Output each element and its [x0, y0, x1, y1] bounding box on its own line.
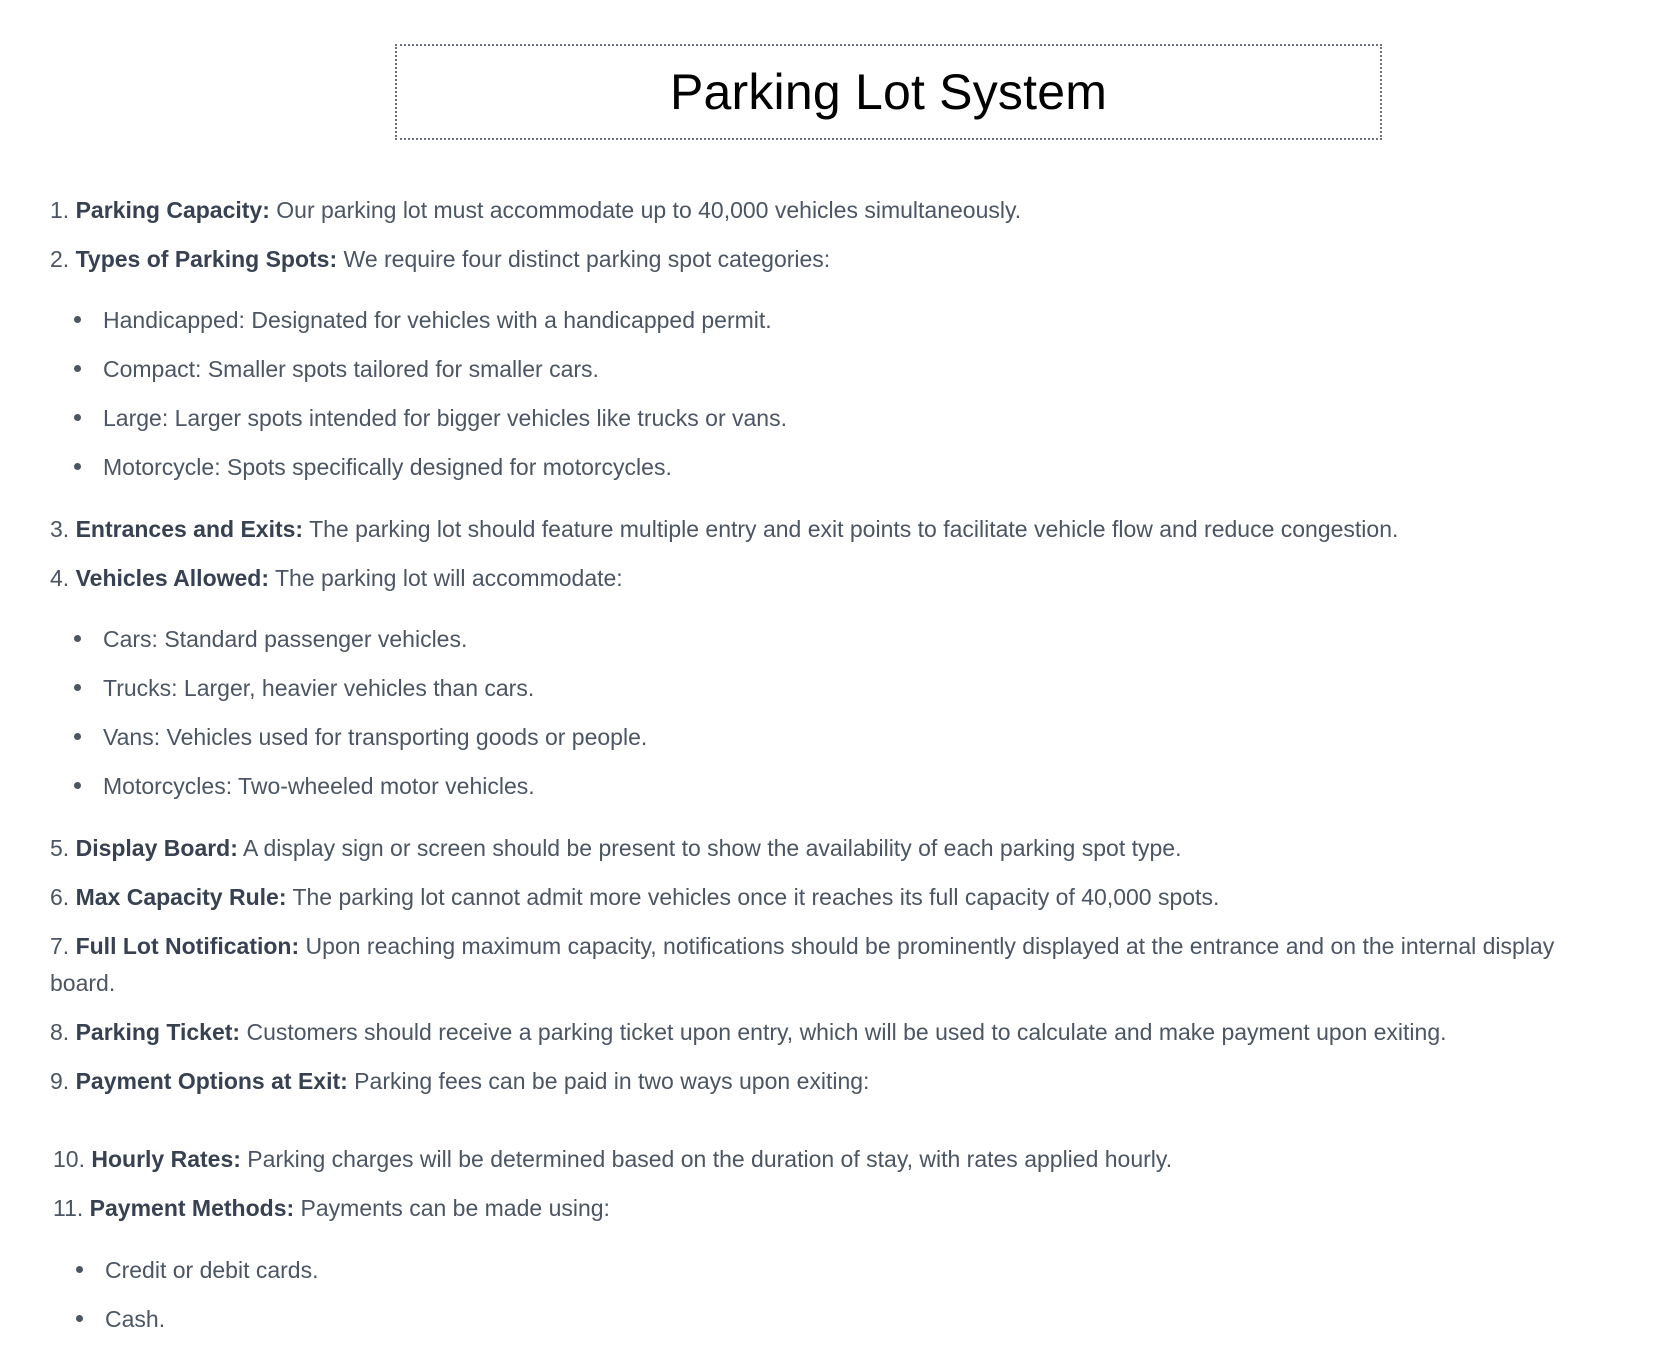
bullet-item-large: Large: Larger spots intended for bigger … [74, 400, 787, 437]
list-item-vehicles-allowed: 4. Vehicles Allowed: The parking lot wil… [50, 560, 1610, 597]
bullet-icon [74, 463, 81, 471]
bullet-item-handicapped: Handicapped: Designated for vehicles wit… [74, 302, 772, 339]
item-label: Vehicles Allowed: [75, 565, 270, 591]
item-label: Max Capacity Rule: [75, 884, 287, 910]
item-label: Payment Methods: [89, 1195, 295, 1221]
item-label: Types of Parking Spots: [75, 246, 338, 272]
bullet-text: Cars: Standard passenger vehicles. [103, 626, 468, 652]
item-label: Display Board: [75, 835, 238, 861]
list-item-display-board: 5. Display Board: A display sign or scre… [50, 830, 1610, 867]
bullet-text: Motorcycles: Two-wheeled motor vehicles. [103, 773, 535, 799]
item-number: 5. [50, 835, 70, 861]
item-number: 1. [50, 197, 70, 223]
item-number: 11. [53, 1195, 84, 1221]
bullet-text: Large: Larger spots intended for bigger … [103, 405, 787, 431]
bullet-icon [74, 414, 81, 422]
bullet-icon [74, 635, 81, 643]
item-text: Parking fees can be paid in two ways upo… [347, 1068, 870, 1094]
item-number: 3. [50, 516, 70, 542]
bullet-icon [74, 684, 81, 692]
bullet-icon [74, 365, 81, 373]
bullet-item-motorcycle: Motorcycle: Spots specifically designed … [74, 449, 672, 486]
item-number: 9. [50, 1068, 70, 1094]
list-item-payment-options-at-exit: 9. Payment Options at Exit: Parking fees… [50, 1063, 1610, 1100]
bullet-text: Compact: Smaller spots tailored for smal… [103, 356, 599, 382]
bullet-text: Handicapped: Designated for vehicles wit… [103, 307, 772, 333]
list-item-parking-capacity: 1. Parking Capacity: Our parking lot mus… [50, 192, 1610, 229]
bullet-item-compact: Compact: Smaller spots tailored for smal… [74, 351, 599, 388]
bullet-item-trucks: Trucks: Larger, heavier vehicles than ca… [74, 670, 534, 707]
item-label: Parking Ticket: [75, 1019, 241, 1045]
bullet-text: Vans: Vehicles used for transporting goo… [103, 724, 648, 750]
list-item-max-capacity-rule: 6. Max Capacity Rule: The parking lot ca… [50, 879, 1610, 916]
item-text: Parking charges will be determined based… [240, 1146, 1173, 1172]
item-text: The parking lot cannot admit more vehicl… [286, 884, 1220, 910]
bullet-text: Cash. [105, 1306, 166, 1332]
item-label: Parking Capacity: [75, 197, 270, 223]
item-text: Our parking lot must accommodate up to 4… [269, 197, 1022, 223]
bullet-item-cars: Cars: Standard passenger vehicles. [74, 621, 467, 658]
item-label: Entrances and Exits: [75, 516, 304, 542]
page-title: Parking Lot System [669, 64, 1108, 120]
item-text: Payments can be made using: [294, 1195, 610, 1221]
bullet-icon [74, 316, 81, 324]
item-label: Payment Options at Exit: [75, 1068, 348, 1094]
item-text: We require four distinct parking spot ca… [337, 246, 831, 272]
bullet-icon [76, 1315, 83, 1323]
item-number: 8. [50, 1019, 70, 1045]
item-label: Full Lot Notification: [75, 933, 300, 959]
item-number: 2. [50, 246, 70, 272]
list-item-payment-methods: 11. Payment Methods: Payments can be mad… [53, 1190, 1613, 1227]
bullet-item-motorcycles: Motorcycles: Two-wheeled motor vehicles. [74, 768, 535, 805]
list-item-hourly-rates: 10. Hourly Rates: Parking charges will b… [53, 1141, 1613, 1178]
item-number: 7. [50, 933, 70, 959]
bullet-item-vans: Vans: Vehicles used for transporting goo… [74, 719, 647, 756]
list-item-full-lot-notification: 7. Full Lot Notification: Upon reaching … [50, 928, 1610, 1002]
item-text: Customers should receive a parking ticke… [240, 1019, 1447, 1045]
list-item-parking-ticket: 8. Parking Ticket: Customers should rece… [50, 1014, 1610, 1051]
bullet-icon [76, 1266, 83, 1274]
bullet-item-cash: Cash. [76, 1301, 165, 1338]
bullet-text: Credit or debit cards. [105, 1257, 319, 1283]
page-title-box: Parking Lot System [395, 44, 1382, 140]
bullet-text: Trucks: Larger, heavier vehicles than ca… [103, 675, 535, 701]
item-number: 10. [53, 1146, 85, 1172]
bullet-icon [74, 782, 81, 790]
item-label: Hourly Rates: [91, 1146, 241, 1172]
item-text: A display sign or screen should be prese… [237, 835, 1182, 861]
list-item-types-of-parking-spots: 2. Types of Parking Spots: We require fo… [50, 241, 1610, 278]
item-number: 6. [50, 884, 70, 910]
bullet-item-cards: Credit or debit cards. [76, 1252, 318, 1289]
bullet-text: Motorcycle: Spots specifically designed … [103, 454, 672, 480]
item-text: The parking lot should feature multiple … [303, 516, 1399, 542]
bullet-icon [74, 733, 81, 741]
item-text: The parking lot will accommodate: [269, 565, 623, 591]
item-number: 4. [50, 565, 70, 591]
list-item-entrances-and-exits: 3. Entrances and Exits: The parking lot … [50, 511, 1610, 548]
